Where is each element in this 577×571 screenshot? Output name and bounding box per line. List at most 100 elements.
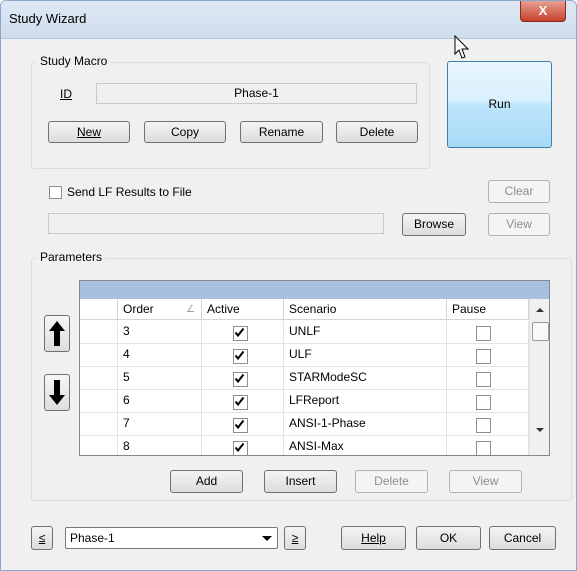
- study-macro-group: [31, 62, 430, 169]
- order-cell[interactable]: 7: [118, 413, 202, 436]
- scenario-cell[interactable]: ANSI-1-Phase: [284, 413, 447, 436]
- scenario-cell[interactable]: ANSI-Max: [284, 436, 447, 455]
- scroll-down-icon: [536, 428, 544, 432]
- pause-checkbox[interactable]: [476, 326, 491, 341]
- active-checkbox[interactable]: [233, 349, 248, 364]
- close-button[interactable]: X: [520, 1, 566, 22]
- move-down-button[interactable]: [44, 374, 70, 411]
- send-results-checkbox[interactable]: [49, 186, 62, 199]
- active-checkbox[interactable]: [233, 441, 248, 455]
- insert-button[interactable]: Insert: [264, 470, 337, 493]
- id-label-text: ID: [60, 87, 72, 101]
- order-value: 8: [123, 439, 130, 453]
- run-button[interactable]: Run: [447, 61, 552, 148]
- order-value: 3: [123, 324, 130, 338]
- order-cell[interactable]: 6: [118, 390, 202, 413]
- results-path-field[interactable]: [48, 213, 384, 234]
- active-cell: [202, 436, 284, 455]
- column-header-pause[interactable]: Pause: [447, 299, 529, 320]
- send-results-label: Send LF Results to File: [67, 185, 192, 199]
- column-header-order-label: Order: [123, 302, 154, 316]
- pause-cell: [447, 367, 529, 390]
- add-button[interactable]: Add: [170, 470, 243, 493]
- row-header[interactable]: [80, 367, 118, 390]
- mouse-pointer-icon: [454, 35, 470, 59]
- pause-cell: [447, 413, 529, 436]
- active-checkbox[interactable]: [233, 372, 248, 387]
- view-file-button-label: View: [506, 217, 532, 231]
- row-header[interactable]: [80, 321, 118, 344]
- rename-button-label: Rename: [258, 125, 305, 139]
- pause-cell: [447, 321, 529, 344]
- column-header-scenario[interactable]: Scenario: [284, 299, 447, 320]
- active-checkbox[interactable]: [233, 326, 248, 341]
- scenario-cell[interactable]: STARModeSC: [284, 367, 447, 390]
- view-file-button[interactable]: View: [488, 213, 550, 236]
- column-header-active[interactable]: Active: [202, 299, 284, 320]
- ok-button[interactable]: OK: [416, 526, 481, 550]
- order-cell[interactable]: 3: [118, 321, 202, 344]
- clear-button[interactable]: Clear: [488, 180, 550, 203]
- column-header-pause-label: Pause: [452, 302, 487, 316]
- active-checkbox[interactable]: [233, 418, 248, 433]
- pause-checkbox[interactable]: [476, 418, 491, 433]
- row-header[interactable]: [80, 436, 118, 455]
- delete-row-button[interactable]: Delete: [355, 470, 428, 493]
- down-arrow-icon: [49, 380, 65, 405]
- order-value: 5: [123, 370, 130, 384]
- help-button[interactable]: Help: [341, 526, 406, 550]
- id-field-value: Phase-1: [234, 86, 279, 100]
- scroll-thumb[interactable]: [532, 322, 549, 341]
- pause-checkbox[interactable]: [476, 349, 491, 364]
- table-row[interactable]: 4 ULF: [80, 344, 529, 367]
- table-row[interactable]: 8 ANSI-Max: [80, 436, 529, 455]
- column-header-order[interactable]: Order ∠: [118, 299, 202, 320]
- table-row[interactable]: 7 ANSI-1-Phase: [80, 413, 529, 436]
- grid-corner-header: [80, 299, 118, 320]
- table-row[interactable]: 6 LFReport: [80, 390, 529, 413]
- row-header[interactable]: [80, 413, 118, 436]
- rename-button[interactable]: Rename: [240, 121, 323, 143]
- pause-checkbox[interactable]: [476, 395, 491, 410]
- id-field[interactable]: Phase-1: [96, 83, 417, 104]
- macro-select[interactable]: Phase-1: [65, 527, 278, 549]
- pause-cell: [447, 390, 529, 413]
- next-macro-button[interactable]: ≥: [284, 526, 306, 550]
- order-cell[interactable]: 5: [118, 367, 202, 390]
- view-row-button-label: View: [472, 474, 499, 488]
- active-checkbox[interactable]: [233, 395, 248, 410]
- column-header-scenario-label: Scenario: [289, 302, 337, 316]
- row-header[interactable]: [80, 390, 118, 413]
- browse-button[interactable]: Browse: [402, 213, 466, 236]
- previous-macro-button[interactable]: ≤: [31, 526, 53, 550]
- order-cell[interactable]: 8: [118, 436, 202, 455]
- grid-group-bar: [80, 281, 549, 299]
- view-row-button[interactable]: View: [449, 470, 522, 493]
- study-macro-label: Study Macro: [37, 54, 111, 68]
- pause-checkbox[interactable]: [476, 441, 491, 455]
- new-button[interactable]: New: [48, 121, 130, 143]
- active-cell: [202, 321, 284, 344]
- delete-macro-button[interactable]: Delete: [336, 121, 418, 143]
- scenario-cell[interactable]: LFReport: [284, 390, 447, 413]
- copy-button-label: Copy: [170, 125, 199, 139]
- scenario-value: ULF: [289, 347, 312, 361]
- cancel-button-label: Cancel: [503, 531, 542, 545]
- cancel-button[interactable]: Cancel: [489, 526, 556, 550]
- table-row[interactable]: 3 UNLF: [80, 321, 529, 344]
- scenario-cell[interactable]: ULF: [284, 344, 447, 367]
- scroll-up-icon: [536, 308, 544, 312]
- parameters-label: Parameters: [37, 250, 106, 264]
- title-bar: [1, 1, 576, 39]
- active-cell: [202, 390, 284, 413]
- order-value: 6: [123, 393, 130, 407]
- move-up-button[interactable]: [44, 315, 70, 352]
- order-cell[interactable]: 4: [118, 344, 202, 367]
- scenario-cell[interactable]: UNLF: [284, 321, 447, 344]
- pause-checkbox[interactable]: [476, 372, 491, 387]
- grid-vertical-scrollbar[interactable]: [529, 299, 549, 455]
- next-macro-label: ≥: [291, 531, 299, 545]
- table-row[interactable]: 5 STARModeSC: [80, 367, 529, 390]
- copy-button[interactable]: Copy: [144, 121, 226, 143]
- row-header[interactable]: [80, 344, 118, 367]
